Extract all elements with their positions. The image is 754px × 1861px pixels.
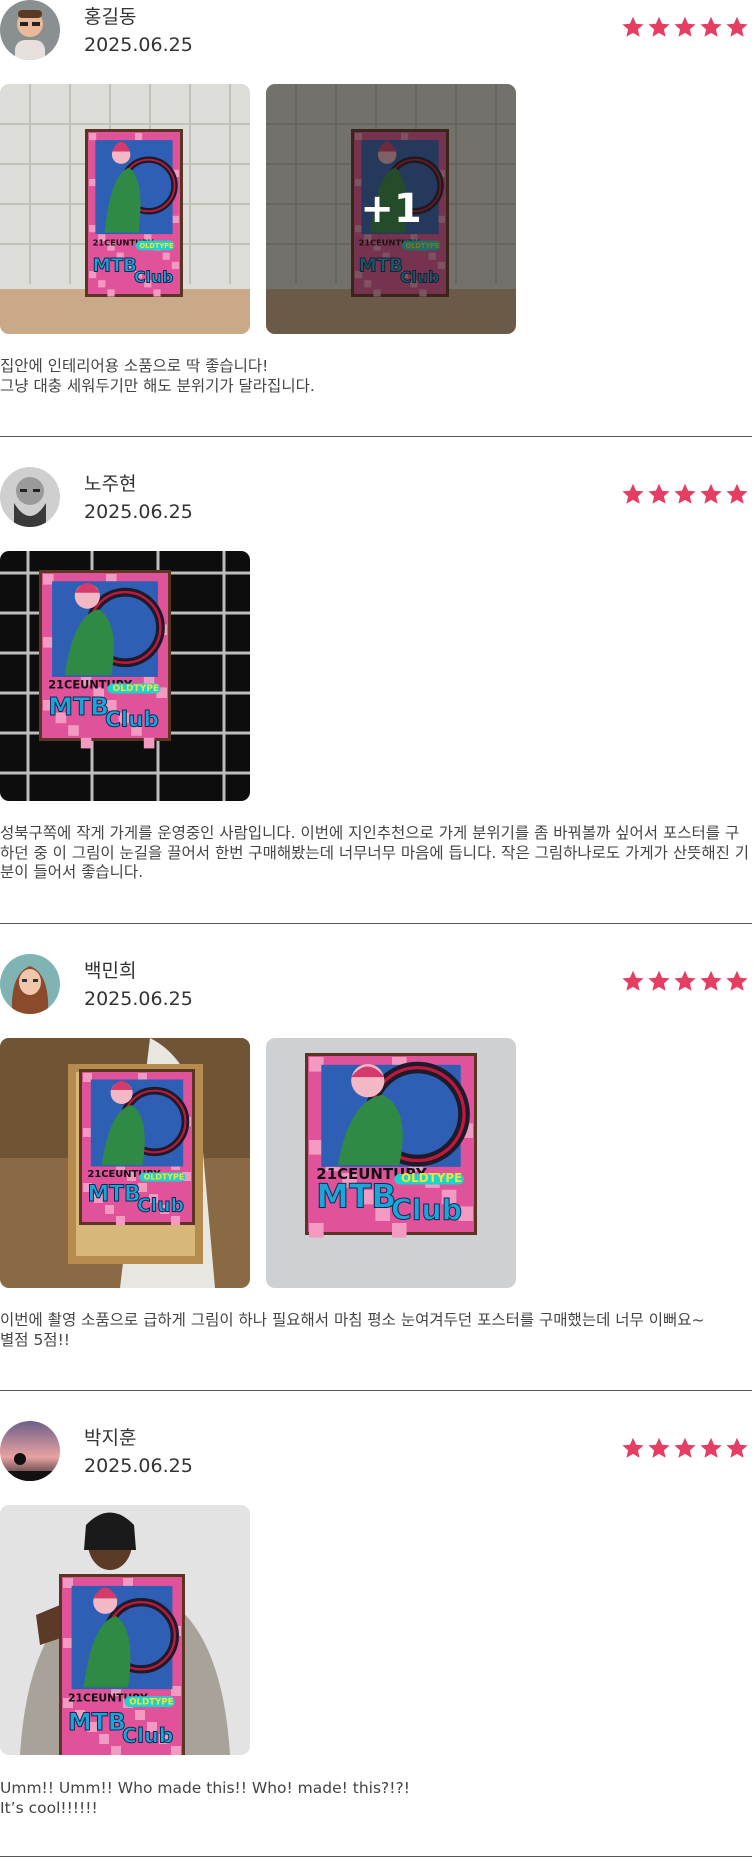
star-icon: [700, 1437, 722, 1458]
review-photo[interactable]: 21CEUNTURY OLDTYPE MTB Club: [0, 1038, 250, 1288]
star-icon: [674, 16, 696, 37]
review-photo[interactable]: 21CEUNTURYOLDTYPEMTBClub +1: [266, 84, 516, 334]
poster-artwork: 21CEUNTURYOLDTYPEMTBClub: [39, 570, 171, 749]
review-photo[interactable]: 21CEUNTURY OLDTYPE MTB Club: [0, 551, 250, 801]
rating-stars: [621, 1436, 749, 1460]
divider: [0, 1856, 752, 1857]
review-text: 성북구쪽에 작게 가게를 운영중인 사람입니다. 이번에 지인추천으로 가게 분…: [0, 824, 750, 881]
star-icon: [726, 483, 748, 504]
review-photo[interactable]: 21CEUNTURY OLDTYPE MTB Club: [0, 1505, 250, 1755]
svg-text:OLDTYPE: OLDTYPE: [129, 1697, 173, 1707]
star-icon: [674, 970, 696, 991]
svg-text:MTB: MTB: [68, 1708, 126, 1736]
avatar[interactable]: [0, 0, 60, 60]
star-icon: [622, 970, 644, 991]
svg-text:Club: Club: [122, 1724, 173, 1748]
rating-stars: [621, 15, 749, 39]
review-text: 집안에 인테리어용 소품으로 딱 좋습니다! 그냥 대충 세워두기만 해도 분위…: [0, 357, 315, 395]
svg-text:Club: Club: [391, 1194, 462, 1227]
star-icon: [700, 16, 722, 37]
review-photos: 21CEUNTURYOLDTYPEMTBClub 21CEUNTURYOLDTY…: [0, 84, 516, 334]
svg-text:MTB: MTB: [88, 1182, 141, 1207]
svg-text:Club: Club: [105, 707, 159, 732]
divider: [0, 1390, 752, 1391]
svg-text:OLDTYPE: OLDTYPE: [144, 1172, 185, 1181]
review-photo[interactable]: 21CEUNTURY OLDTYPE MTB Club: [0, 84, 250, 334]
poster-artwork: 21CEUNTURYOLDTYPEMTBClub: [305, 1053, 477, 1238]
star-icon: [674, 1437, 696, 1458]
review-date: 2025.06.25: [84, 34, 193, 56]
reviewer-name: 홍길동: [84, 6, 137, 28]
svg-text:MTB: MTB: [48, 692, 109, 721]
rating-stars: [621, 482, 749, 506]
review-text: Umm!! Umm!! Who made this!! Who! made! t…: [0, 1779, 410, 1817]
svg-text:Club: Club: [134, 268, 173, 287]
star-icon: [622, 16, 644, 37]
star-icon: [700, 483, 722, 504]
svg-text:OLDTYPE: OLDTYPE: [401, 1171, 462, 1185]
reviewer-name: 백민희: [84, 960, 137, 982]
star-icon: [648, 1437, 670, 1458]
star-icon: [622, 1437, 644, 1458]
star-icon: [648, 16, 670, 37]
review-date: 2025.06.25: [84, 988, 193, 1010]
svg-text:MTB: MTB: [93, 255, 137, 276]
rating-stars: [621, 969, 749, 993]
poster-artwork: 21CEUNTURYOLDTYPEMTBClub: [85, 129, 183, 297]
review-photos: 21CEUNTURYOLDTYPEMTBClub 21CEUNTURYOLDTY…: [0, 1038, 516, 1288]
svg-text:MTB: MTB: [316, 1176, 396, 1215]
avatar[interactable]: [0, 1421, 60, 1481]
review-date: 2025.06.25: [84, 501, 193, 523]
avatar[interactable]: [0, 954, 60, 1014]
svg-text:OLDTYPE: OLDTYPE: [113, 684, 160, 694]
divider: [0, 436, 752, 437]
svg-text:OLDTYPE: OLDTYPE: [140, 242, 174, 250]
reviewer-name: 박지훈: [84, 1427, 137, 1449]
reviewer-name: 노주현: [84, 473, 137, 495]
poster-artwork: 21CEUNTURYOLDTYPEMTBClub: [79, 1069, 195, 1225]
review-photos: 21CEUNTURY OLDTYPE MTB Club: [0, 551, 250, 801]
star-icon: [726, 16, 748, 37]
review-photo[interactable]: 21CEUNTURY OLDTYPE MTB Club: [266, 1038, 516, 1288]
star-icon: [700, 970, 722, 991]
star-icon: [648, 970, 670, 991]
review-text: 이번에 촬영 소품으로 급하게 그림이 하나 필요해서 마침 평소 눈여겨두던 …: [0, 1311, 705, 1349]
avatar[interactable]: [0, 467, 60, 527]
star-icon: [648, 483, 670, 504]
star-icon: [674, 483, 696, 504]
star-icon: [726, 1437, 748, 1458]
review-date: 2025.06.25: [84, 1455, 193, 1477]
divider: [0, 923, 752, 924]
more-photos-overlay[interactable]: +1: [266, 84, 516, 334]
poster-artwork: 21CEUNTURYOLDTYPEMTBClub: [59, 1574, 185, 1755]
star-icon: [726, 970, 748, 991]
review-photos: 21CEUNTURY OLDTYPE MTB Club: [0, 1505, 250, 1755]
star-icon: [622, 483, 644, 504]
svg-text:Club: Club: [137, 1196, 184, 1217]
